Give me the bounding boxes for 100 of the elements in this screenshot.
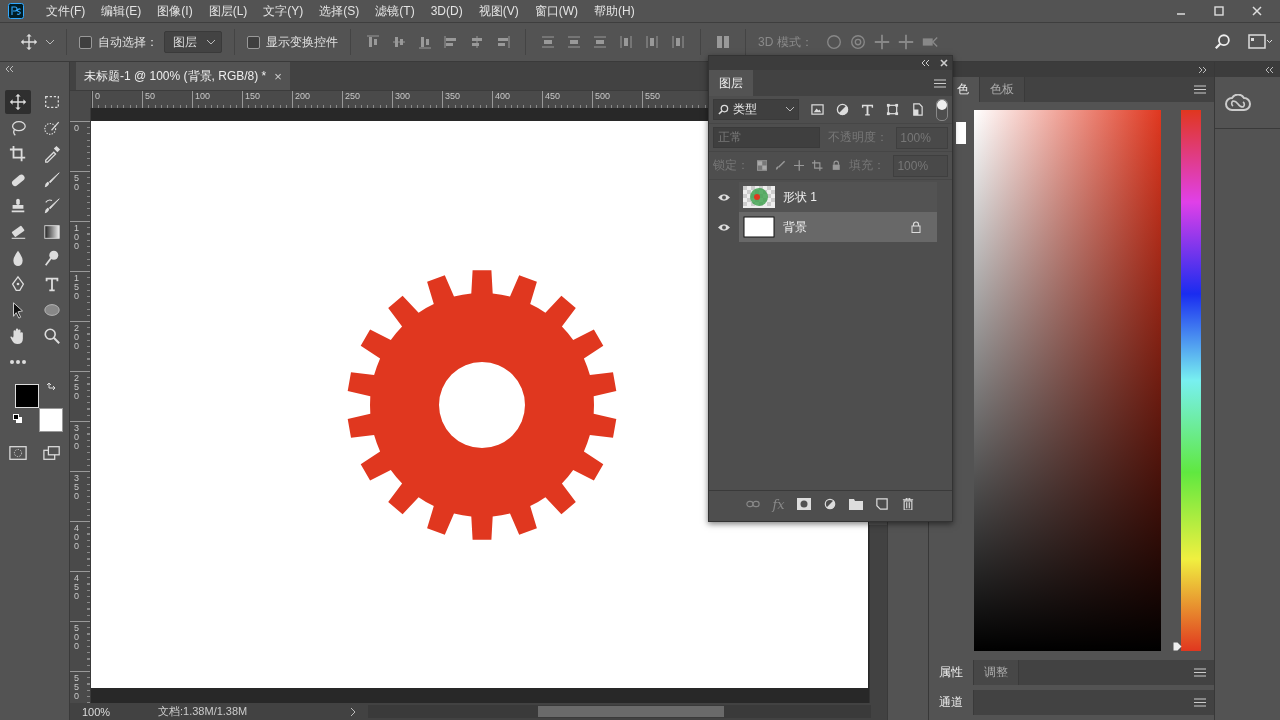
shape-filter-icon[interactable] [886, 103, 899, 116]
menu-item[interactable]: 滤镜(T) [367, 0, 423, 22]
search-icon[interactable] [1214, 33, 1232, 51]
cloud-icon[interactable] [1225, 93, 1251, 112]
align-icon[interactable] [469, 34, 485, 50]
tab-close-button[interactable]: × [274, 68, 282, 84]
move-icon[interactable] [793, 160, 805, 171]
quick-mask-icon[interactable] [8, 444, 27, 462]
ruler-label: 450 [545, 91, 561, 102]
align-icon[interactable] [495, 34, 511, 50]
tool-button[interactable] [4, 90, 31, 114]
zoom-field[interactable]: 100% [70, 705, 130, 718]
slider-thumb[interactable] [1173, 642, 1182, 651]
maximize-icon[interactable] [1214, 6, 1224, 16]
panel-tab[interactable]: 属性 [929, 660, 974, 685]
horizontal-scrollbar[interactable] [368, 705, 871, 718]
foreground-color-swatch[interactable] [14, 384, 39, 408]
distribute-icon[interactable] [592, 34, 608, 50]
adjustment-icon[interactable] [822, 498, 837, 510]
distribute-icon[interactable] [540, 34, 556, 50]
menu-item[interactable]: 文件(F) [38, 0, 94, 22]
image-filter-icon[interactable] [811, 103, 824, 116]
adjustment-filter-icon[interactable] [836, 103, 849, 116]
collapse-icon[interactable] [920, 60, 930, 66]
type-filter-icon[interactable] [861, 103, 874, 116]
caret-icon [207, 39, 215, 45]
expand-icon[interactable] [1198, 66, 1208, 73]
auto-select-label: 自动选择： [98, 33, 158, 51]
collapse-icon[interactable] [1264, 66, 1274, 73]
menu-item[interactable]: 选择(S) [311, 0, 368, 22]
trash-icon[interactable] [900, 498, 915, 510]
align-icon[interactable] [391, 34, 407, 50]
align-icon[interactable] [417, 34, 433, 50]
menu-item[interactable]: 图层(L) [200, 0, 256, 22]
layer-thumbnail [743, 216, 775, 238]
menu-item[interactable]: 帮助(H) [586, 0, 643, 22]
menu-item[interactable]: 3D(D) [422, 0, 471, 22]
mask-icon[interactable] [796, 498, 811, 510]
ruler-label: 350 [74, 474, 79, 501]
panel-menu-icon[interactable] [934, 78, 946, 88]
ruler-label: 400 [495, 91, 511, 102]
document-tab[interactable]: 未标题-1 @ 100% (背景, RGB/8) * × [76, 62, 290, 90]
color-field[interactable] [974, 110, 1161, 651]
distribute-icon[interactable] [566, 34, 582, 50]
target-dropdown[interactable]: 图层 [164, 31, 222, 53]
screen-mode-icon[interactable] [42, 444, 61, 462]
caret-icon[interactable] [46, 39, 54, 45]
chevron-right-icon[interactable] [350, 706, 356, 717]
show-transform-label: 显示变换控件 [266, 33, 338, 51]
marquee-icon [42, 93, 61, 111]
default-colors-icon[interactable] [12, 414, 23, 424]
lock-icon[interactable] [830, 160, 842, 171]
distribute-icon[interactable] [670, 34, 686, 50]
panel-menu-icon[interactable] [1194, 85, 1206, 94]
auto-align-icon[interactable] [715, 34, 731, 50]
close-icon[interactable] [1252, 6, 1262, 16]
panel-menu-icon[interactable] [1194, 698, 1206, 707]
ruler-label: 400 [74, 524, 79, 551]
layer-row[interactable]: 背景 [739, 212, 937, 242]
panel-tab[interactable]: 调整 [974, 660, 1019, 685]
ruler-label: 550 [645, 91, 661, 102]
ruler-label: 250 [345, 91, 361, 102]
menu-item[interactable]: 图像(I) [149, 0, 201, 22]
background-color-swatch[interactable] [956, 122, 966, 144]
ruler-label: 50 [74, 174, 79, 192]
lock-transparency-icon[interactable] [757, 160, 768, 171]
menu-item[interactable]: 窗口(W) [526, 0, 586, 22]
distribute-icon[interactable] [618, 34, 634, 50]
panel-tab[interactable]: 通道 [929, 690, 974, 715]
new-layer-icon[interactable] [874, 498, 889, 510]
menu-item[interactable]: 视图(V) [470, 0, 527, 22]
scrollbar-thumb[interactable] [538, 706, 724, 717]
align-icon[interactable] [365, 34, 381, 50]
filter-toggle[interactable] [936, 98, 948, 121]
distribute-icon[interactable] [644, 34, 660, 50]
close-icon[interactable] [940, 59, 948, 67]
vertical-scrollbar[interactable] [869, 525, 887, 703]
background-color-swatch[interactable] [38, 408, 63, 432]
eye-icon[interactable] [717, 192, 731, 202]
crop-icon[interactable] [812, 160, 823, 171]
collapse-icon[interactable] [4, 66, 14, 72]
smart-object-filter-icon[interactable] [911, 103, 924, 116]
layer-row[interactable]: 形状 1 [739, 182, 937, 212]
brush-icon [42, 171, 61, 189]
workspace-icon[interactable] [1248, 34, 1272, 50]
swap-colors-icon[interactable] [46, 382, 57, 392]
align-icon[interactable] [443, 34, 459, 50]
checkbox[interactable] [79, 35, 92, 49]
hue-slider[interactable] [1173, 110, 1201, 651]
menu-item[interactable]: 文字(Y) [255, 0, 312, 22]
panel-tab[interactable]: 色板 [980, 77, 1025, 102]
folder-icon[interactable] [848, 498, 863, 510]
menu-item[interactable]: 编辑(E) [93, 0, 150, 22]
filter-dropdown[interactable]: 类型 [713, 99, 799, 120]
panel-tab[interactable]: 图层 [709, 70, 753, 96]
eye-icon[interactable] [717, 222, 731, 232]
ruler-label: 150 [245, 91, 261, 102]
checkbox[interactable] [247, 35, 260, 49]
brush-icon[interactable] [775, 160, 786, 171]
panel-menu-icon[interactable] [1194, 668, 1206, 677]
